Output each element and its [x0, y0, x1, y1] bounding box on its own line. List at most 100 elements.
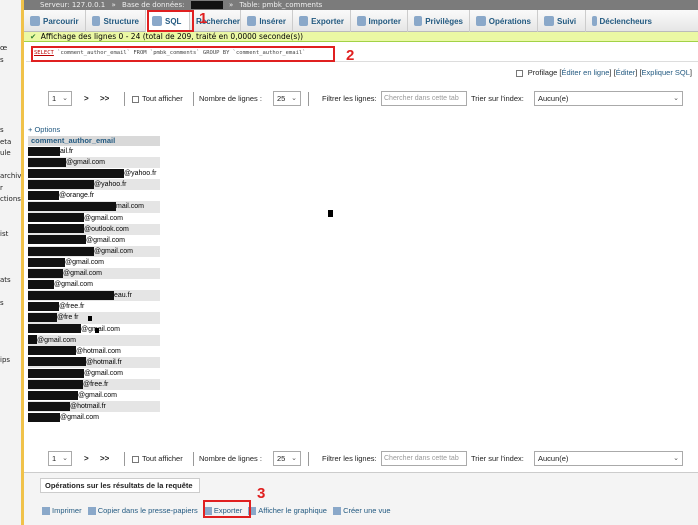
email-domain: @gmail.com [60, 414, 100, 422]
table-row[interactable]: @gmail.com [28, 390, 160, 402]
options-link[interactable]: + Options [28, 125, 60, 134]
table-row[interactable]: @gmail.com [28, 212, 160, 224]
last-page-button[interactable]: >> [100, 451, 109, 467]
breadcrumb-database[interactable]: Base de données: [122, 1, 184, 9]
print-link[interactable]: Imprimer [42, 506, 82, 516]
profiling-checkbox[interactable] [515, 69, 523, 77]
email-domain: @orange.fr [59, 192, 95, 200]
rows-per-page-select[interactable]: 25 ⌄ [273, 451, 301, 466]
table-row[interactable]: @gmail.com [28, 323, 160, 335]
redaction-block [28, 379, 83, 389]
table-row[interactable]: @orange.fr [28, 190, 160, 202]
sidebar-fragment[interactable]: r [0, 184, 3, 192]
step-number-2: 2 [346, 47, 355, 64]
table-row[interactable]: mail.com [28, 201, 160, 213]
results-table: ail.fr @gmail.com @yahoo.fr @yahoo.fr @orang… [28, 146, 160, 424]
table-row[interactable]: @gmail.com [28, 234, 160, 246]
tab-search[interactable]: Rechercher [190, 10, 241, 32]
operations-title: Opérations sur les résultats de la requê… [40, 478, 200, 493]
table-row[interactable]: @gmail.com [28, 367, 160, 379]
explain-sql-link[interactable]: Expliquer SQL [642, 68, 690, 77]
triggers-icon [592, 16, 597, 26]
sidebar-fragment: s [0, 56, 4, 64]
navigation-sidebar: œ s s eta ule archive r ctions ist ats s… [0, 0, 24, 525]
sidebar-fragment[interactable]: ats [0, 276, 11, 284]
email-domain: @gmail.com [86, 236, 126, 244]
table-row[interactable]: @gmail.com [28, 412, 160, 424]
last-page-button[interactable]: >> [100, 91, 109, 107]
table-row[interactable]: @hotmail.com [28, 345, 160, 357]
table-row[interactable]: @hotmail.fr [28, 356, 160, 368]
table-row[interactable]: @gmail.com [28, 157, 160, 169]
tab-tracking[interactable]: Suivi [538, 10, 586, 32]
rows-per-page-select[interactable]: 25 ⌄ [273, 91, 301, 106]
next-page-button[interactable]: > [84, 451, 89, 467]
sidebar-fragment[interactable]: ctions [0, 195, 21, 203]
show-all-toggle[interactable]: Tout afficher [132, 91, 183, 107]
email-domain: @outlook.com [84, 225, 129, 233]
breadcrumb-table[interactable]: Table: pmbk_comments [239, 1, 322, 9]
export-icon [299, 16, 309, 26]
tab-export[interactable]: Exporter [293, 10, 351, 32]
email-domain: @free.fr [59, 303, 85, 311]
structure-icon [92, 16, 101, 26]
tab-browse[interactable]: Parcourir [24, 10, 86, 32]
page-select[interactable]: 1 ⌄ [48, 91, 72, 106]
sidebar-fragment[interactable]: ist [0, 230, 8, 238]
sort-index-select[interactable]: Aucun(e) ⌄ [534, 91, 683, 106]
email-domain: mail.com [116, 203, 145, 211]
tab-structure[interactable]: Structure [86, 10, 146, 32]
rows-label: Nombre de lignes : [199, 94, 262, 103]
table-row[interactable]: @gmail.com [28, 334, 160, 346]
table-row[interactable]: @yahoo.fr [28, 168, 160, 180]
copy-clipboard-link[interactable]: Copier dans le presse-papiers [87, 506, 198, 516]
tab-operations[interactable]: Opérations [470, 10, 538, 32]
table-row[interactable]: @gmail.com [28, 268, 160, 280]
sidebar-fragment[interactable]: ips [0, 356, 10, 364]
column-header[interactable]: comment_author_email [28, 136, 160, 146]
sidebar-fragment[interactable]: s [0, 299, 4, 307]
redaction-block [28, 191, 59, 201]
sort-label: Trier sur l'index: [471, 454, 524, 463]
edit-inline-link[interactable]: Éditer en ligne [561, 68, 609, 77]
redaction-block [28, 313, 57, 323]
show-chart-link[interactable]: Afficher le graphique [248, 506, 327, 516]
tab-import[interactable]: Importer [351, 10, 408, 32]
tab-privileges[interactable]: Privilèges [408, 10, 470, 32]
table-row[interactable]: @gmail.com [28, 245, 160, 257]
table-row[interactable]: @free.fr [28, 378, 160, 391]
filter-rows-input[interactable]: Chercher dans cette tab [381, 91, 467, 106]
table-row[interactable]: @gmail.com [28, 256, 160, 269]
table-row[interactable]: @hotmail.fr [28, 401, 160, 413]
filter-label: Filtrer les lignes: [322, 94, 377, 103]
redaction-block [28, 168, 124, 178]
email-domain: @gmail.com [65, 258, 105, 266]
breadcrumb-server[interactable]: Serveur: 127.0.0.1 [40, 1, 105, 9]
sidebar-fragment[interactable]: archive [0, 172, 21, 180]
table-row[interactable]: @fre fr [28, 312, 160, 324]
table-row[interactable]: @outlook.com [28, 223, 160, 235]
tab-insert[interactable]: Insérer [241, 10, 293, 32]
table-row[interactable]: eau.fr [28, 290, 160, 302]
table-row[interactable]: @gmail.com [28, 279, 160, 291]
redaction-block [28, 301, 59, 311]
show-all-toggle[interactable]: Tout afficher [132, 451, 183, 467]
table-row[interactable]: @yahoo.fr [28, 179, 160, 191]
pagination-bottom: 1 ⌄ > >> Tout afficher Nombre de lignes :… [48, 451, 688, 467]
tab-triggers[interactable]: Déclencheurs [586, 10, 658, 32]
redaction-block [28, 179, 94, 189]
next-page-button[interactable]: > [84, 91, 89, 107]
sidebar-fragment: ule [0, 149, 11, 157]
filter-rows-input[interactable]: Chercher dans cette tab [381, 451, 467, 466]
sort-index-select[interactable]: Aucun(e) ⌄ [534, 451, 683, 466]
page-select[interactable]: 1 ⌄ [48, 451, 72, 466]
sidebar-fragment: œ [0, 44, 8, 52]
edit-link[interactable]: Éditer [616, 68, 636, 77]
create-view-link[interactable]: Créer une vue [333, 506, 391, 516]
table-row[interactable]: ail.fr [28, 146, 160, 158]
table-row[interactable]: @free.fr [28, 301, 160, 313]
privileges-icon [414, 16, 423, 26]
email-domain: @gmail.com [66, 159, 106, 167]
redaction-block [28, 224, 84, 234]
email-domain: @gmail.com [54, 281, 94, 289]
